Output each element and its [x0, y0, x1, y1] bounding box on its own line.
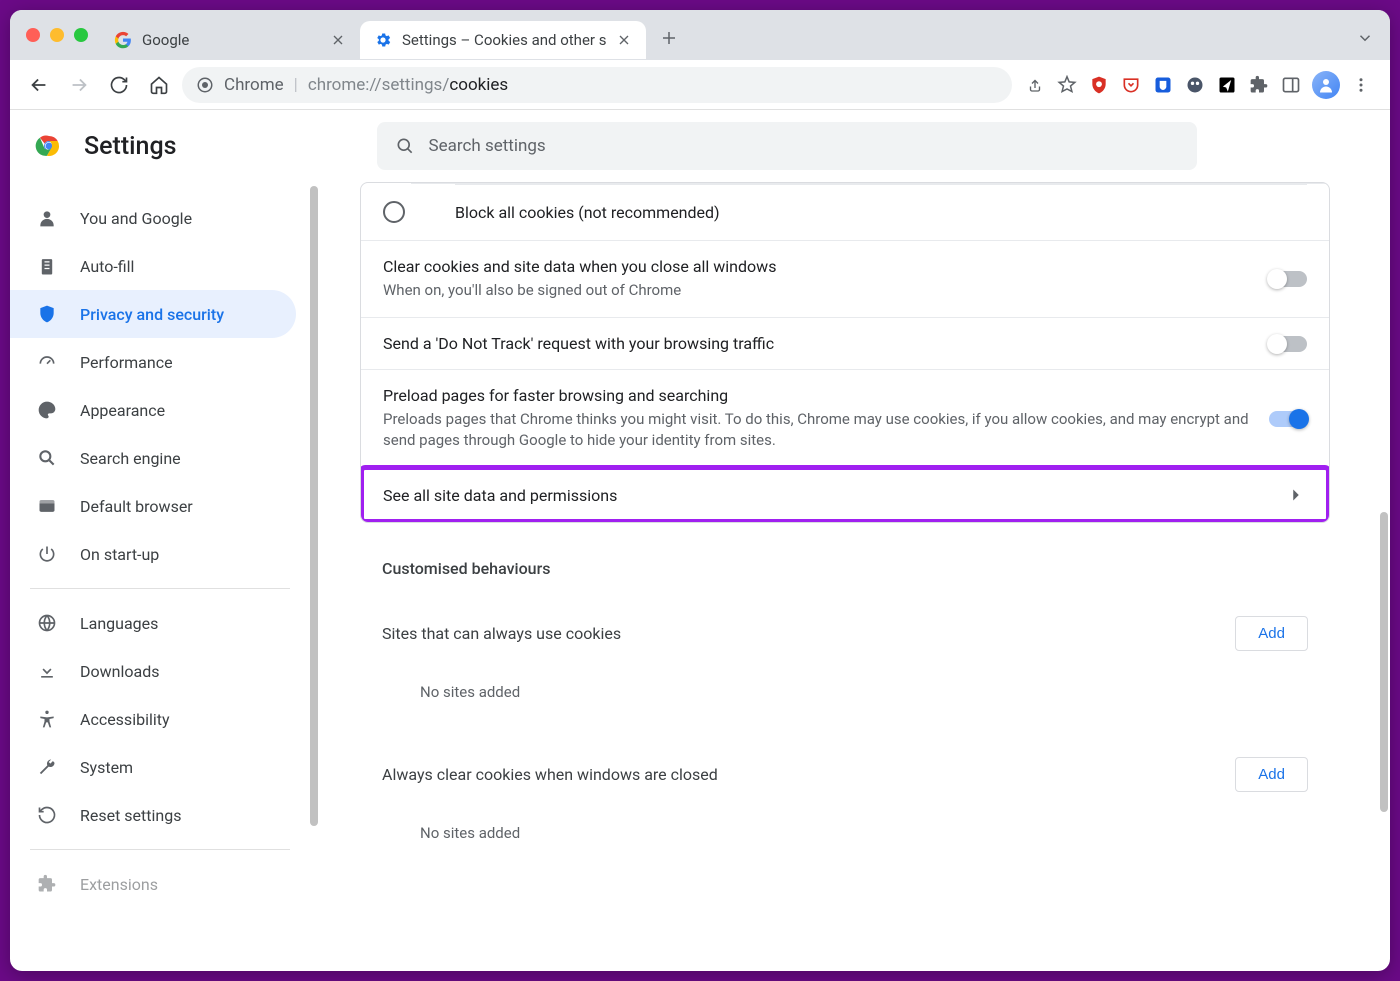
close-tab-icon[interactable] [616, 32, 632, 48]
add-always-clear-button[interactable]: Add [1235, 757, 1308, 792]
power-icon [36, 543, 58, 565]
sidebar-item-downloads[interactable]: Downloads [10, 647, 296, 695]
share-icon[interactable] [1024, 74, 1046, 96]
globe-icon [36, 612, 58, 634]
tab-title: Google [142, 31, 320, 49]
new-tab-button[interactable] [654, 23, 684, 53]
back-button[interactable] [22, 68, 56, 102]
profile-avatar[interactable] [1312, 71, 1340, 99]
person-icon [36, 207, 58, 229]
forward-button[interactable] [62, 68, 96, 102]
sidebar-item-performance[interactable]: Performance [10, 338, 296, 386]
search-placeholder: Search settings [429, 136, 546, 156]
extensions-puzzle-icon[interactable] [1248, 74, 1270, 96]
extension-ghostery-icon[interactable] [1184, 74, 1206, 96]
clear-on-close-row: Clear cookies and site data when you clo… [361, 240, 1329, 317]
always-clear-cookies-section: Always clear cookies when windows are cl… [360, 743, 1330, 860]
settings-favicon [374, 31, 392, 49]
accessibility-icon [36, 708, 58, 730]
download-icon [36, 660, 58, 682]
sidebar-item-reset[interactable]: Reset settings [10, 791, 296, 839]
menu-kebab-icon[interactable] [1350, 74, 1372, 96]
toolbar-actions [1018, 71, 1378, 99]
puzzle-icon [36, 873, 58, 895]
sidebar-item-languages[interactable]: Languages [10, 599, 296, 647]
radio-icon[interactable] [383, 201, 405, 223]
sidebar-item-extensions[interactable]: Extensions [10, 860, 296, 908]
chrome-logo-icon [34, 131, 64, 161]
sidebar-separator [30, 588, 290, 589]
clipboard-icon [36, 255, 58, 277]
browser-window: Google Settings – Cookies and other s [10, 10, 1390, 971]
preload-toggle[interactable] [1269, 411, 1307, 427]
chevron-right-icon [1285, 484, 1307, 506]
speedometer-icon [36, 351, 58, 373]
palette-icon [36, 399, 58, 421]
sidebar-item-appearance[interactable]: Appearance [10, 386, 296, 434]
side-panel-icon[interactable] [1280, 74, 1302, 96]
no-sites-label: No sites added [360, 806, 1330, 860]
customised-behaviours-label: Customised behaviours [360, 523, 1330, 602]
browser-icon [36, 495, 58, 517]
google-favicon [114, 31, 132, 49]
extension-ublock-icon[interactable] [1088, 74, 1110, 96]
dnt-toggle[interactable] [1269, 336, 1307, 352]
tab-google[interactable]: Google [100, 21, 360, 59]
page-title: Settings [84, 132, 177, 161]
reset-icon [36, 804, 58, 826]
address-bar[interactable]: Chrome | chrome://settings/cookies [182, 67, 1012, 103]
search-icon [395, 136, 415, 156]
maximize-window-button[interactable] [74, 28, 88, 42]
sidebar: You and Google Auto-fill Privacy and sec… [10, 182, 310, 971]
wrench-icon [36, 756, 58, 778]
url-text: chrome://settings/cookies [308, 75, 508, 95]
sidebar-separator [30, 849, 290, 850]
sidebar-item-accessibility[interactable]: Accessibility [10, 695, 296, 743]
sidebar-item-default-browser[interactable]: Default browser [10, 482, 296, 530]
extension-bitwarden-icon[interactable] [1152, 74, 1174, 96]
separator: | [294, 75, 298, 95]
site-label: Chrome [224, 75, 284, 95]
tabs-dropdown-button[interactable] [1350, 23, 1380, 53]
no-sites-label: No sites added [360, 665, 1330, 719]
extension-pocket-icon[interactable] [1120, 74, 1142, 96]
tab-title: Settings – Cookies and other s [402, 31, 606, 49]
reload-button[interactable] [102, 68, 136, 102]
sidebar-item-system[interactable]: System [10, 743, 296, 791]
always-use-cookies-section: Sites that can always use cookies Add No… [360, 602, 1330, 719]
add-always-use-button[interactable]: Add [1235, 616, 1308, 651]
chevron-down-icon[interactable] [1307, 201, 1329, 223]
bookmark-star-icon[interactable] [1056, 74, 1078, 96]
sidebar-item-search-engine[interactable]: Search engine [10, 434, 296, 482]
sidebar-item-you-and-google[interactable]: You and Google [10, 194, 296, 242]
see-all-site-data-row[interactable]: See all site data and permissions [361, 467, 1329, 522]
tab-settings[interactable]: Settings – Cookies and other s [360, 21, 646, 59]
close-tab-icon[interactable] [330, 32, 346, 48]
home-button[interactable] [142, 68, 176, 102]
block-all-cookies-row[interactable]: Block all cookies (not recommended) [361, 184, 1329, 240]
shield-icon [36, 303, 58, 325]
sidebar-item-on-startup[interactable]: On start-up [10, 530, 296, 578]
preload-row: Preload pages for faster browsing and se… [361, 369, 1329, 467]
window-controls [20, 28, 100, 42]
main-scrollbar[interactable] [1380, 512, 1388, 812]
clear-on-close-toggle[interactable] [1269, 271, 1307, 287]
settings-header: Settings Search settings [10, 110, 1390, 182]
main-content: Block all cookies (not recommended) Clea… [310, 182, 1390, 971]
search-icon [36, 447, 58, 469]
chrome-icon [196, 76, 214, 94]
toolbar: Chrome | chrome://settings/cookies [10, 60, 1390, 110]
extension-send-icon[interactable] [1216, 74, 1238, 96]
settings-body: You and Google Auto-fill Privacy and sec… [10, 182, 1390, 971]
tab-strip: Google Settings – Cookies and other s [10, 10, 1390, 60]
sidebar-item-autofill[interactable]: Auto-fill [10, 242, 296, 290]
close-window-button[interactable] [26, 28, 40, 42]
do-not-track-row: Send a 'Do Not Track' request with your … [361, 317, 1329, 369]
cookies-card: Block all cookies (not recommended) Clea… [360, 182, 1330, 523]
search-settings-input[interactable]: Search settings [377, 122, 1197, 170]
sidebar-item-privacy[interactable]: Privacy and security [10, 290, 296, 338]
minimize-window-button[interactable] [50, 28, 64, 42]
